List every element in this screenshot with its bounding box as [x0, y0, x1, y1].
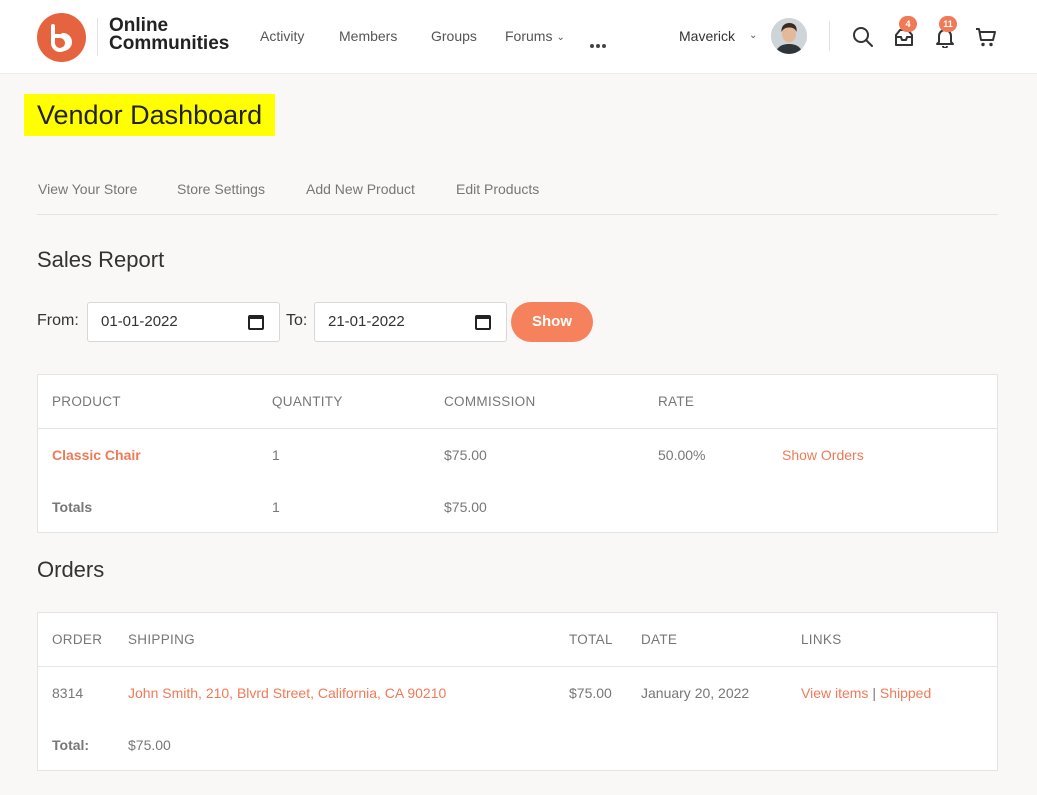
top-header: Online Communities Activity Members Grou…	[0, 0, 1037, 74]
product-link[interactable]: Classic Chair	[52, 447, 141, 463]
chevron-down-icon: ⌄	[556, 32, 565, 43]
order-links: View items | Shipped	[801, 685, 931, 701]
logo-divider	[97, 18, 98, 56]
from-date-value: 01-01-2022	[101, 313, 178, 330]
to-label: To:	[286, 312, 308, 329]
subnav-view-store[interactable]: View Your Store	[38, 181, 137, 197]
calendar-icon[interactable]	[248, 315, 264, 330]
order-date: January 20, 2022	[641, 685, 750, 701]
nav-forums-label: Forums	[505, 28, 553, 44]
col-order: ORDER	[52, 632, 103, 647]
order-number: 8314	[52, 685, 84, 701]
vendor-subnav: View Your Store Store Settings Add New P…	[37, 181, 998, 215]
from-date-input[interactable]: 01-01-2022	[87, 302, 280, 342]
logo-icon[interactable]	[37, 13, 86, 62]
from-label: From:	[37, 312, 79, 329]
commission-cell: $75.00	[444, 447, 487, 463]
cart-icon[interactable]	[975, 26, 997, 48]
subnav-edit-products[interactable]: Edit Products	[456, 181, 539, 197]
col-commission: COMMISSION	[444, 394, 536, 409]
shipped-link[interactable]: Shipped	[880, 685, 931, 701]
totals-commission: $75.00	[444, 499, 487, 515]
order-total: $75.00	[569, 685, 612, 701]
orders-table: ORDER SHIPPING TOTAL DATE LINKS 8314 Joh…	[37, 612, 998, 771]
user-name[interactable]: Maverick	[679, 28, 735, 44]
col-links: LINKS	[801, 632, 842, 647]
row-divider	[38, 428, 997, 429]
row-divider	[38, 666, 997, 667]
page-title: Vendor Dashboard	[24, 94, 276, 136]
link-separator: |	[872, 685, 876, 701]
calendar-icon[interactable]	[475, 315, 491, 330]
to-date-value: 21-01-2022	[328, 313, 405, 330]
show-button[interactable]: Show	[511, 302, 593, 342]
subnav-add-product[interactable]: Add New Product	[306, 181, 415, 197]
totals-label: Totals	[52, 499, 93, 515]
chevron-down-icon[interactable]: ⌄	[749, 30, 757, 41]
col-shipping: SHIPPING	[128, 632, 195, 647]
col-rate: RATE	[658, 394, 695, 409]
col-date: DATE	[641, 632, 678, 647]
subnav-store-settings[interactable]: Store Settings	[177, 181, 265, 197]
orders-total-label: Total:	[52, 737, 90, 753]
nav-groups[interactable]: Groups	[431, 28, 477, 44]
quantity-cell: 1	[272, 447, 280, 463]
avatar[interactable]	[771, 18, 807, 54]
show-orders-link[interactable]: Show Orders	[782, 447, 864, 463]
logo-line-2: Communities	[109, 33, 230, 54]
nav-activity[interactable]: Activity	[260, 28, 304, 44]
nav-members[interactable]: Members	[339, 28, 397, 44]
nav-forums[interactable]: Forums ⌄	[505, 28, 565, 44]
orders-total-value: $75.00	[128, 737, 171, 753]
shipping-address-link[interactable]: John Smith, 210, Blvrd Street, Californi…	[128, 685, 446, 701]
more-menu-icon[interactable]	[590, 35, 608, 53]
totals-quantity: 1	[272, 499, 280, 515]
sales-table: PRODUCT QUANTITY COMMISSION RATE Classic…	[37, 374, 998, 533]
orders-title: Orders	[37, 557, 105, 582]
view-items-link[interactable]: View items	[801, 685, 868, 701]
notifications-badge: 11	[939, 16, 957, 32]
search-icon[interactable]	[852, 26, 874, 48]
sales-report-title: Sales Report	[37, 247, 165, 272]
messages-badge: 4	[899, 16, 917, 32]
rate-cell: 50.00%	[658, 447, 706, 463]
site-logo-text[interactable]: Online Communities	[109, 16, 249, 54]
header-divider	[829, 21, 830, 51]
col-product: PRODUCT	[52, 394, 121, 409]
col-total: TOTAL	[569, 632, 613, 647]
col-quantity: QUANTITY	[272, 394, 343, 409]
to-date-input[interactable]: 21-01-2022	[314, 302, 507, 342]
